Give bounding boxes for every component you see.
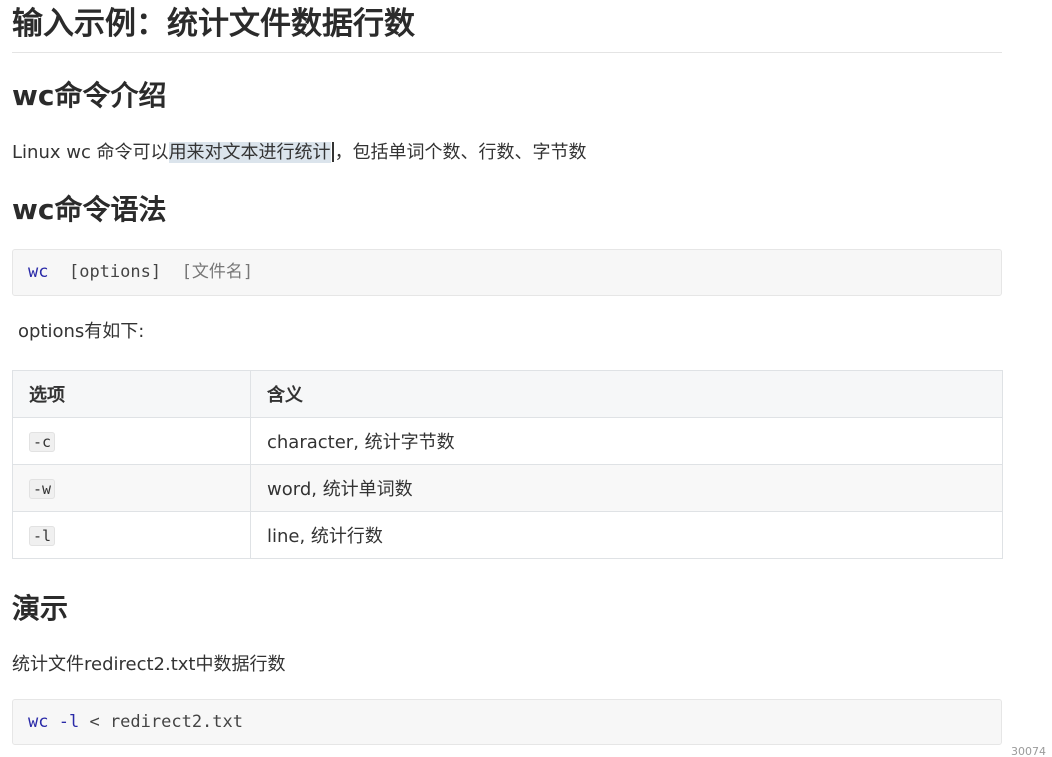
code-options: [options] bbox=[68, 262, 162, 282]
option-code: -l bbox=[29, 525, 56, 546]
meaning-cell: character, 统计字节数 bbox=[250, 417, 1003, 465]
demo-paragraph: 统计文件redirect2.txt中数据行数 bbox=[12, 654, 286, 675]
title-divider bbox=[12, 52, 1002, 53]
code-flag: -l bbox=[58, 712, 80, 732]
section-heading-demo: 演示 bbox=[12, 592, 69, 625]
table-row: -l line, 统计行数 bbox=[12, 511, 1003, 559]
option-cell: -l bbox=[12, 511, 251, 559]
section-heading-intro: wc命令介绍 bbox=[12, 79, 167, 112]
intro-text-highlight: 用来对文本进行统计 bbox=[168, 142, 331, 163]
page-title: 输入示例：统计文件数据行数 bbox=[12, 6, 415, 42]
meaning-cell: word, 统计单词数 bbox=[250, 464, 1003, 512]
code-redirect: < redirect2.txt bbox=[89, 712, 243, 732]
code-filename: [文件名] bbox=[181, 262, 254, 282]
meaning-cell: line, 统计行数 bbox=[250, 511, 1003, 559]
watermark-text: 30074 bbox=[1011, 745, 1046, 757]
table-header-meaning: 含义 bbox=[250, 370, 1003, 418]
section-heading-syntax: wc命令语法 bbox=[12, 193, 167, 226]
option-cell: -w bbox=[12, 464, 251, 512]
options-table: 选项 含义 -c character, 统计字节数 -w word, 统计单词数… bbox=[12, 370, 1003, 559]
option-code: -w bbox=[29, 478, 56, 499]
demo-code-block: wc -l < redirect2.txt bbox=[12, 699, 1002, 745]
table-row: -w word, 统计单词数 bbox=[12, 464, 1003, 512]
option-code: -c bbox=[29, 431, 56, 452]
option-cell: -c bbox=[12, 417, 251, 465]
syntax-code-block: wc [options] [文件名] bbox=[12, 249, 1002, 296]
text-cursor bbox=[331, 142, 334, 162]
options-intro: options有如下: bbox=[18, 321, 145, 342]
intro-text-before: Linux wc 命令可以 bbox=[12, 142, 169, 163]
intro-paragraph: Linux wc 命令可以用来对文本进行统计 ，包括单词个数、行数、字节数 bbox=[12, 139, 587, 167]
code-command: wc bbox=[28, 262, 49, 282]
table-header-row: 选项 含义 bbox=[12, 370, 1003, 418]
table-header-option: 选项 bbox=[12, 370, 251, 418]
code-command: wc bbox=[28, 712, 49, 732]
intro-text-after: ，包括单词个数、行数、字节数 bbox=[334, 142, 587, 163]
table-row: -c character, 统计字节数 bbox=[12, 417, 1003, 465]
document-page: 输入示例：统计文件数据行数 wc命令介绍 Linux wc 命令可以用来对文本进… bbox=[0, 0, 1052, 757]
